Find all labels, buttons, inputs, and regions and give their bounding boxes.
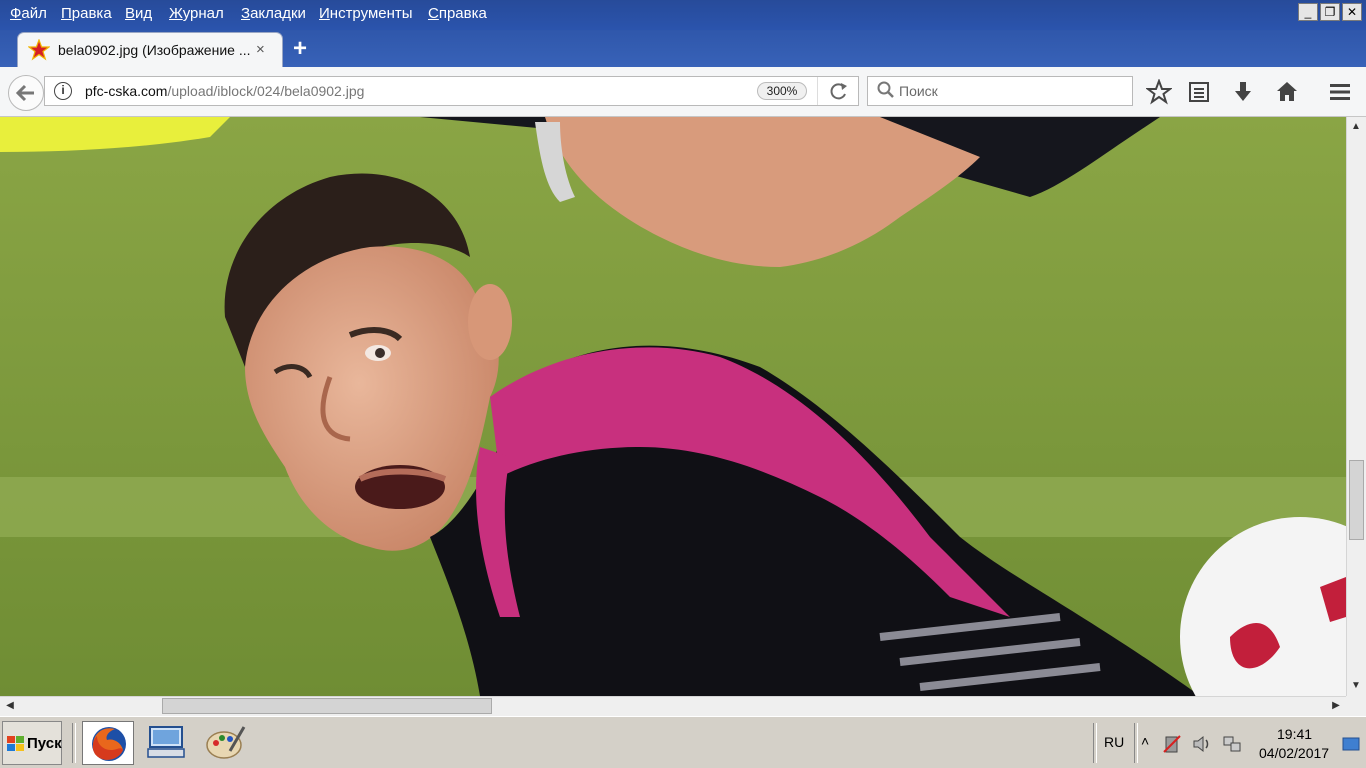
start-label: Пуск — [27, 735, 62, 752]
volume-icon[interactable] — [1192, 734, 1212, 754]
image-viewer[interactable] — [0, 117, 1346, 696]
show-desktop-icon[interactable] — [1341, 734, 1361, 754]
home-icon[interactable] — [1274, 79, 1300, 105]
back-arrow-icon — [15, 84, 34, 102]
safely-remove-hardware-icon[interactable] — [1162, 734, 1182, 754]
paint-palette-icon — [206, 726, 246, 759]
horizontal-scrollbar[interactable]: ◀ ▶ — [0, 696, 1346, 716]
menu-bar: Файл Правка Вид Журнал Закладки Инструме… — [0, 0, 1366, 30]
vertical-scroll-thumb[interactable] — [1349, 460, 1364, 540]
language-indicator[interactable]: RU — [1104, 734, 1124, 750]
windows-logo-icon — [7, 736, 24, 751]
firefox-task-button[interactable] — [82, 721, 134, 765]
network-icon[interactable] — [1222, 734, 1242, 754]
menu-view[interactable]: Вид — [125, 5, 152, 22]
taskbar-divider — [72, 723, 76, 763]
menu-help[interactable]: Справка — [428, 5, 487, 22]
menu-history[interactable]: Журнал — [169, 5, 224, 22]
url-path: /upload/iblock/024/bela0902.jpg — [167, 83, 365, 99]
close-window-button[interactable]: ✕ — [1342, 3, 1362, 21]
scroll-corner — [1346, 696, 1366, 716]
new-tab-button[interactable]: + — [293, 37, 307, 61]
url-bar[interactable]: i pfc-cska.com/upload/iblock/024/bela090… — [44, 76, 859, 106]
search-bar[interactable]: Поиск — [867, 76, 1133, 106]
remote-desktop-task-button[interactable] — [142, 721, 194, 765]
menu-tools[interactable]: Инструменты — [319, 5, 413, 22]
scroll-right-arrow-icon[interactable]: ▶ — [1327, 697, 1345, 715]
tray-divider-2 — [1134, 723, 1138, 763]
info-icon[interactable]: i — [54, 82, 72, 100]
scroll-down-arrow-icon[interactable]: ▼ — [1347, 677, 1365, 695]
taskbar: Пуск RU ˄ 19:41 04/02/2017 — [0, 716, 1366, 768]
bookmark-star-icon[interactable] — [1146, 79, 1172, 105]
clock-time[interactable]: 19:41 — [1277, 726, 1312, 742]
hamburger-menu-icon[interactable] — [1327, 79, 1353, 105]
tab-image[interactable]: bela0902.jpg (Изображение ... × — [18, 33, 282, 68]
back-button[interactable] — [8, 75, 44, 111]
cska-star-favicon-icon — [28, 39, 50, 61]
zoom-level-badge[interactable]: 300% — [757, 82, 807, 100]
url-text[interactable]: pfc-cska.com/upload/iblock/024/bela0902.… — [85, 83, 364, 99]
download-icon[interactable] — [1230, 79, 1256, 105]
search-icon — [877, 81, 894, 98]
tab-title: bela0902.jpg (Изображение ... — [58, 42, 251, 58]
menu-bookmarks[interactable]: Закладки — [241, 5, 306, 22]
vertical-scrollbar[interactable]: ▲ ▼ — [1346, 117, 1366, 696]
start-button[interactable]: Пуск — [2, 721, 62, 765]
firefox-icon — [92, 727, 126, 761]
url-domain: pfc-cska.com — [85, 83, 168, 99]
close-tab-icon[interactable]: × — [256, 41, 265, 58]
menu-edit[interactable]: Правка — [61, 5, 112, 22]
paint-task-button[interactable] — [200, 721, 252, 765]
clock-date[interactable]: 04/02/2017 — [1259, 745, 1329, 761]
computer-keyboard-icon — [147, 726, 185, 758]
bookmarks-library-icon[interactable] — [1186, 79, 1212, 105]
reload-button[interactable] — [817, 77, 860, 105]
scroll-up-arrow-icon[interactable]: ▲ — [1347, 118, 1365, 136]
reload-icon — [830, 83, 847, 100]
tray-expand-arrow-icon[interactable]: ˄ — [1141, 733, 1149, 749]
navigation-toolbar: i pfc-cska.com/upload/iblock/024/bela090… — [0, 67, 1366, 117]
tray-divider — [1093, 723, 1097, 763]
menu-file[interactable]: Файл — [10, 5, 47, 22]
horizontal-scroll-thumb[interactable] — [162, 698, 492, 714]
football-photo — [0, 117, 1346, 696]
restore-button[interactable]: ❐ — [1320, 3, 1340, 21]
scroll-left-arrow-icon[interactable]: ◀ — [1, 697, 19, 715]
search-input[interactable]: Поиск — [899, 83, 938, 99]
minimize-button[interactable]: _ — [1298, 3, 1318, 21]
